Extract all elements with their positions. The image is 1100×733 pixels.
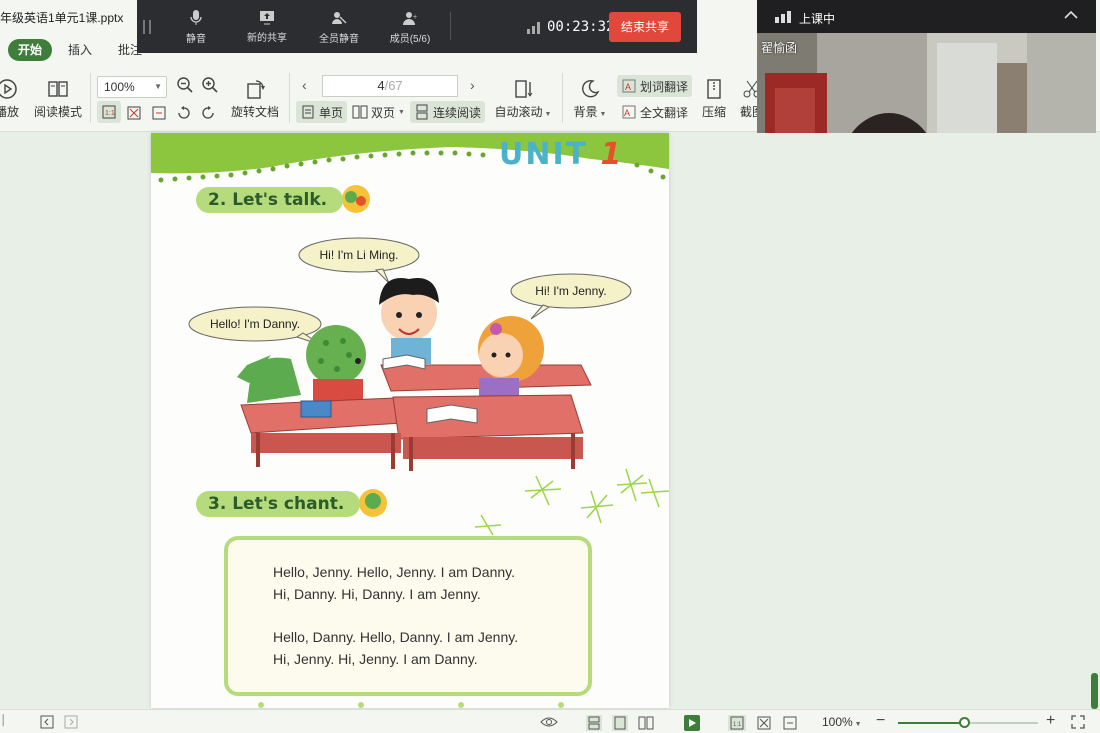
- rotate-document-button[interactable]: 旋转文档: [228, 78, 282, 120]
- new-share-button[interactable]: 新的共享: [245, 10, 289, 44]
- zoom-out-icon[interactable]: [176, 76, 194, 94]
- back-icon[interactable]: [40, 715, 54, 729]
- play-icon[interactable]: [684, 715, 700, 731]
- microphone-icon: [190, 10, 202, 25]
- auto-scroll-button[interactable]: 自动滚动 ▼: [492, 78, 554, 120]
- play-button[interactable]: 播放: [0, 78, 22, 120]
- translate-icon: A: [622, 105, 636, 119]
- actual-size-icon[interactable]: 1:1: [728, 715, 746, 731]
- class-status: 上课中: [799, 12, 836, 26]
- svg-text:1:1: 1:1: [733, 722, 742, 728]
- actual-size-icon: 1:1: [102, 105, 116, 119]
- svg-text:+: +: [413, 14, 417, 21]
- fit-width-icon[interactable]: [782, 715, 798, 731]
- forward-icon[interactable]: [64, 715, 78, 729]
- meeting-timer: 00:23:32: [547, 19, 615, 35]
- divider: [450, 12, 451, 40]
- mute-button[interactable]: 静音: [181, 10, 211, 45]
- document-page: UNIT 1 2. Let's talk. Hi! I'm Li Ming. H…: [151, 133, 669, 708]
- video-panel-header: 上课中: [757, 0, 1096, 33]
- full-translate-button[interactable]: A 全文翻译: [617, 101, 692, 123]
- double-page-icon: [352, 105, 368, 119]
- divider: [562, 73, 563, 123]
- zoom-select[interactable]: 100% ▼: [97, 76, 167, 98]
- meeting-control-bar: 静音 新的共享 全员静音 + 成员(5/6) 00:23:32 结束共享: [137, 0, 697, 53]
- mute-all-button[interactable]: 全员静音: [317, 10, 361, 45]
- members-button[interactable]: + 成员(5/6): [387, 10, 433, 45]
- auto-scroll-icon: [515, 80, 533, 98]
- chant-line: Hi, Jenny. Hi, Jenny. I am Danny.: [273, 651, 478, 667]
- continuous-view-icon[interactable]: [586, 715, 602, 731]
- document-title: 年级英语1单元1课.pptx: [0, 11, 124, 25]
- page-number-input[interactable]: 4/67: [322, 75, 458, 97]
- chevron-down-icon: ▼: [542, 111, 552, 118]
- next-page-icon[interactable]: ›: [470, 77, 475, 93]
- eye-icon[interactable]: [540, 715, 558, 729]
- svg-text:1:1: 1:1: [105, 110, 115, 117]
- actual-size-button[interactable]: 1:1: [97, 101, 121, 123]
- chant-box: Hello, Jenny. Hello, Jenny. I am Danny. …: [224, 536, 592, 696]
- end-share-button[interactable]: 结束共享: [609, 12, 681, 42]
- chevron-down-icon: ▼: [154, 82, 162, 91]
- fit-page-icon[interactable]: [756, 715, 772, 731]
- screen-share-icon: [260, 11, 274, 25]
- svg-text:A: A: [625, 82, 631, 92]
- scrollbar-thumb[interactable]: [1091, 673, 1098, 709]
- compress-icon: [707, 79, 721, 99]
- chant-line: Hi, Danny. Hi, Danny. I am Jenny.: [273, 586, 481, 602]
- zoom-in-icon[interactable]: +: [1046, 712, 1055, 730]
- mute-all-icon: [332, 12, 347, 24]
- chant-heading: 3. Let's chant.: [196, 491, 361, 517]
- translate-icon: A: [622, 79, 636, 93]
- single-view-icon[interactable]: [612, 715, 628, 731]
- zoom-level-select[interactable]: 100% ▼: [822, 715, 862, 729]
- tab-insert[interactable]: 插入: [58, 39, 102, 61]
- chant-line: Hello, Danny. Hello, Danny. I am Jenny.: [273, 629, 519, 645]
- word-translate-button[interactable]: A 划词翻译: [617, 75, 693, 97]
- talk-heading: 2. Let's talk.: [196, 187, 344, 213]
- background-button[interactable]: 背景 ▼: [570, 78, 610, 120]
- moon-icon: [582, 79, 600, 98]
- chant-line: Hello, Jenny. Hello, Jenny. I am Danny.: [273, 564, 515, 580]
- divider: [90, 73, 91, 123]
- unit-title: UNIT 1: [499, 137, 624, 172]
- double-view-icon[interactable]: [638, 715, 654, 731]
- signal-icon: [775, 11, 791, 23]
- rotate-document-icon: [247, 80, 265, 99]
- continuous-read-icon: [416, 104, 428, 120]
- fit-width-icon[interactable]: [151, 105, 167, 121]
- zoom-slider-fill: [898, 722, 966, 724]
- drag-handle[interactable]: [143, 20, 151, 34]
- chevron-up-icon[interactable]: [1064, 10, 1078, 20]
- rotate-left-icon[interactable]: [176, 105, 192, 121]
- participant-name: 翟愉函: [761, 41, 798, 55]
- continuous-read-button[interactable]: 连续阅读: [410, 101, 486, 123]
- fit-page-icon[interactable]: [126, 105, 142, 121]
- book-icon: [48, 81, 68, 97]
- double-page-button[interactable]: 双页 ▼: [348, 101, 409, 123]
- chevron-down-icon: ▼: [398, 108, 405, 116]
- single-page-icon: [302, 105, 314, 119]
- compress-button[interactable]: 压缩: [700, 78, 728, 120]
- prev-page-icon[interactable]: ‹: [302, 77, 307, 93]
- rotate-right-icon[interactable]: [200, 105, 216, 121]
- fullscreen-icon[interactable]: [1071, 715, 1085, 729]
- signal-icon: [527, 22, 540, 34]
- vertical-scrollbar[interactable]: [1089, 133, 1100, 709]
- chevron-down-icon: ▼: [852, 721, 862, 728]
- read-mode-button[interactable]: 阅读模式: [32, 78, 84, 120]
- sidebar-toggle-icon[interactable]: ⏐: [0, 715, 6, 728]
- status-bar: ⏐ 1:1 100% ▼ − +: [0, 709, 1100, 733]
- tab-start[interactable]: 开始: [8, 39, 53, 61]
- play-circle-icon: [0, 79, 17, 99]
- members-icon: +: [403, 12, 417, 25]
- divider: [289, 73, 290, 123]
- zoom-in-icon[interactable]: [201, 76, 219, 94]
- zoom-slider-handle[interactable]: [959, 717, 971, 728]
- zoom-out-icon[interactable]: −: [876, 712, 885, 730]
- single-page-button[interactable]: 单页: [296, 101, 348, 123]
- svg-text:A: A: [624, 108, 630, 118]
- chevron-down-icon: ▼: [597, 111, 607, 118]
